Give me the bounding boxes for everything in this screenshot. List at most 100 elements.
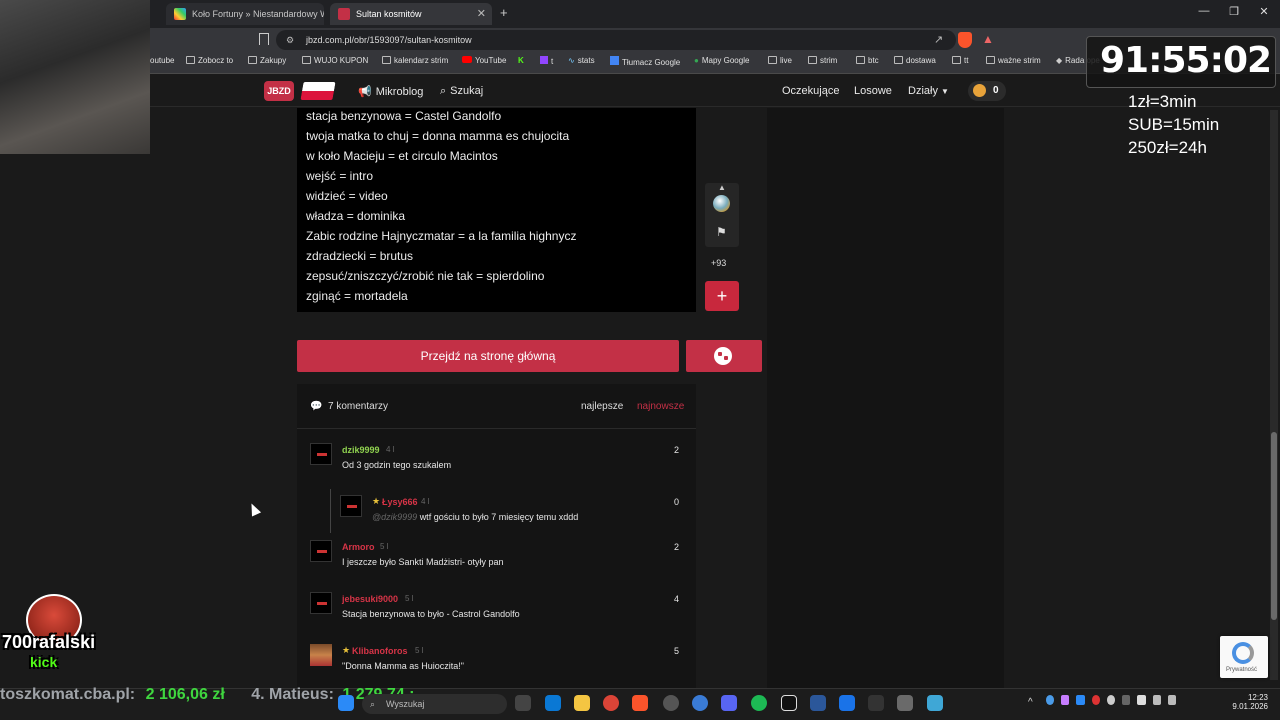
minimize-icon[interactable]: — — [1194, 5, 1214, 17]
app-icon[interactable] — [692, 695, 708, 711]
post-line: Zabic rodzine Hajnyczmatar = a la famili… — [306, 229, 577, 243]
nav-mikroblog[interactable]: 📢 Mikroblog — [358, 85, 423, 98]
tab-sultan-kosmitow[interactable]: Sultan kosmitów ✕ — [330, 3, 492, 25]
nav-random[interactable]: Losowe — [854, 85, 892, 97]
app-icon[interactable] — [927, 695, 943, 711]
app-icon[interactable] — [810, 695, 826, 711]
comment-author[interactable]: Klibanoforos — [352, 646, 408, 656]
app-icon[interactable] — [868, 695, 884, 711]
folder-icon — [856, 56, 865, 64]
discord-icon[interactable] — [721, 695, 737, 711]
award-icon[interactable] — [713, 195, 730, 212]
app-icon[interactable] — [545, 695, 561, 711]
tray-icon[interactable] — [1106, 695, 1116, 705]
coins-badge[interactable]: 0 — [968, 81, 1006, 101]
subathon-timer: 91:55:02 — [1100, 40, 1272, 81]
browser-tab-bar: Koło Fortuny » Niestandardowy Wyb Sultan… — [0, 0, 1280, 28]
app-icon[interactable] — [897, 695, 913, 711]
comment-author[interactable]: dzik9999 — [342, 445, 380, 455]
tray-icon[interactable] — [1122, 695, 1131, 705]
sort-newest[interactable]: najnowsze — [637, 401, 684, 412]
avatar[interactable] — [310, 443, 332, 465]
comment-author[interactable]: Armoro — [342, 542, 375, 552]
brave-icon[interactable] — [632, 695, 648, 711]
rate-line: SUB=15min — [1128, 115, 1220, 134]
microphone-icon[interactable] — [1137, 695, 1146, 705]
chrome-icon[interactable] — [603, 695, 619, 711]
jbzd-logo[interactable]: JBZD — [264, 81, 294, 101]
brave-shield-icon[interactable] — [958, 32, 972, 48]
scrollbar-thumb[interactable] — [1271, 432, 1277, 620]
recaptcha-badge[interactable]: Prywatność — [1220, 636, 1268, 678]
bookmark-item[interactable]: ● Mapy Google — [694, 56, 749, 65]
bookmark-icon[interactable] — [259, 33, 269, 45]
obs-icon[interactable] — [663, 695, 679, 711]
home-page-button[interactable]: Przejdź na stronę główną — [297, 340, 679, 372]
windows-start-icon[interactable] — [338, 695, 354, 711]
sort-best[interactable]: najlepsze — [581, 401, 623, 412]
random-post-button[interactable] — [686, 340, 762, 372]
tray-icon[interactable] — [1061, 695, 1070, 705]
upvote-button[interactable]: + — [705, 281, 739, 311]
task-view-icon[interactable] — [515, 695, 531, 711]
bookmark-item[interactable]: YouTube — [462, 56, 506, 65]
bookmark-item[interactable]: ∿ stats — [568, 56, 595, 65]
brave-rewards-icon[interactable]: ▲ — [982, 32, 994, 46]
nav-waiting[interactable]: Oczekujące — [782, 85, 839, 97]
taskbar-search[interactable]: ⌕ Wyszukaj — [362, 694, 507, 714]
share-icon[interactable]: ↗ — [934, 33, 943, 46]
bookmark-item[interactable]: Zakupy — [248, 56, 286, 65]
nav-sections-dropdown[interactable]: Działy ▼ — [908, 85, 949, 97]
url-field[interactable]: ⚙ jbzd.com.pl/obr/1593097/sultan-kosmito… — [276, 30, 956, 50]
kick-bookmark[interactable]: K — [518, 56, 524, 65]
avatar[interactable] — [340, 495, 362, 517]
wifi-icon[interactable] — [1152, 695, 1161, 705]
bookmark-item[interactable]: Tłumacz Google — [610, 56, 680, 67]
folder-icon — [986, 56, 995, 64]
app-icon[interactable] — [781, 695, 797, 711]
caret-down-icon: ▼ — [940, 87, 949, 96]
close-tab-icon[interactable]: ✕ — [477, 3, 486, 25]
jbzd-favicon-icon — [338, 8, 350, 20]
site-info-icon[interactable]: ⚙ — [286, 30, 294, 50]
spotify-icon[interactable] — [751, 695, 767, 711]
close-window-icon[interactable]: ✕ — [1254, 5, 1274, 18]
file-explorer-icon[interactable] — [574, 695, 590, 711]
avatar[interactable] — [310, 540, 332, 562]
comment-author[interactable]: Łysy666 — [382, 497, 418, 507]
avatar[interactable] — [310, 644, 332, 666]
avatar[interactable] — [310, 592, 332, 614]
bookmark-item[interactable]: dostawa — [894, 56, 936, 65]
bookmark-item[interactable]: tt — [952, 56, 968, 65]
post-actions-panel: ▲ ⚑ — [705, 183, 739, 247]
tray-chevron-icon[interactable]: ^ — [1028, 697, 1033, 708]
maps-pin-icon: ● — [694, 56, 699, 65]
flag-icon[interactable]: ⚑ — [716, 225, 727, 239]
bookmark-item[interactable]: live — [768, 56, 792, 65]
tab-kolo-fortuny[interactable]: Koło Fortuny » Niestandardowy Wyb — [166, 3, 324, 25]
bookmark-item[interactable]: btc — [856, 56, 879, 65]
bookmark-item[interactable]: WUJO KUPON — [302, 56, 368, 65]
bookmark-item[interactable]: kalendarz strim — [382, 56, 448, 65]
bookmark-item[interactable]: t — [540, 56, 553, 66]
new-tab-icon[interactable]: + — [500, 5, 508, 20]
drop-icon: ◆ — [1056, 56, 1063, 65]
mention[interactable]: @dzik9999 — [372, 512, 417, 522]
volume-icon[interactable] — [1167, 695, 1176, 705]
app-icon[interactable] — [839, 695, 855, 711]
tray-icon[interactable] — [1046, 695, 1055, 705]
nav-search[interactable]: ⌕ Szukaj — [440, 85, 483, 98]
folder-icon — [382, 56, 391, 64]
bluetooth-icon[interactable] — [1076, 695, 1085, 705]
tray-icon[interactable] — [1091, 695, 1100, 705]
bookmark-item[interactable]: Zobocz to — [186, 56, 233, 65]
folder-icon — [952, 56, 961, 64]
bookmark-item[interactable]: strim — [808, 56, 837, 65]
taskbar-clock[interactable]: 12:23 9.01.2026 — [1224, 693, 1268, 711]
youtube-icon — [462, 56, 472, 63]
donation-ticker: toszkomat.cba.pl: 2 106,06 zł 4. Matieus… — [0, 686, 414, 703]
bookmark-item[interactable]: outube — [150, 56, 174, 65]
maximize-icon[interactable]: ❐ — [1224, 5, 1244, 18]
comment-author[interactable]: jebesuki9000 — [342, 594, 398, 604]
bookmark-item[interactable]: ważne strim — [986, 56, 1041, 65]
